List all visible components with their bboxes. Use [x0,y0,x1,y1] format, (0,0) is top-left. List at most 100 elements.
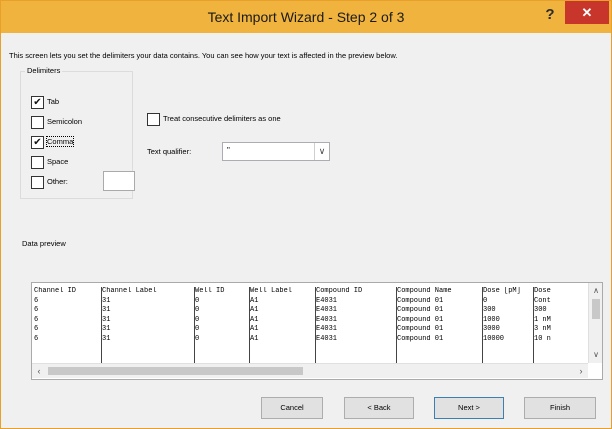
vertical-scroll-thumb[interactable] [592,299,600,319]
back-button[interactable]: < Back [344,397,414,419]
preview-cell: A1 [250,296,259,305]
other-label: Other: [47,177,68,186]
preview-cell: 0 [195,325,200,333]
dialog-title: Text Import Wizard - Step 2 of 3 [207,9,405,25]
preview-cell: 1000 [483,315,500,324]
column-separator[interactable] [249,287,250,363]
preview-cell: E4031 [316,296,338,305]
data-preview-box[interactable]: Channel ID Channel Label Well ID Well Label… [31,282,603,380]
preview-cell: E4031 [316,325,338,333]
space-checkbox[interactable] [31,156,44,169]
next-button[interactable]: Next > [434,397,504,419]
preview-cell: 6 [34,306,39,314]
column-separator[interactable] [482,287,483,363]
preview-cell: A1 [250,306,259,314]
preview-cell: E4031 [316,315,338,324]
column-separator[interactable] [315,287,316,363]
preview-header-row: Channel ID Channel Label Well ID Well Label… [34,287,586,297]
preview-cell: 6 [34,296,39,305]
preview-row: 6 31 0 A1 E4031 Compound 01 1000 1 nM [34,316,586,326]
preview-cell: 31 [102,325,111,333]
text-qualifier-label: Text qualifier: [147,147,192,156]
preview-cell: 6 [34,315,39,324]
preview-cell: 31 [102,296,111,305]
preview-cell: 31 [102,334,111,343]
preview-cell: 3 nM [534,325,551,333]
horizontal-scrollbar[interactable]: ‹ › [32,363,588,378]
chevron-down-icon[interactable]: ∨ [314,143,329,160]
preview-header-cell: Dose [pM] [483,287,521,295]
preview-cell: E4031 [316,334,338,343]
text-qualifier-dropdown[interactable]: " ∨ [222,142,330,161]
preview-cell: E4031 [316,306,338,314]
semicolon-checkbox[interactable] [31,116,44,129]
cancel-button[interactable]: Cancel [261,397,323,419]
preview-header-cell: Dose [534,287,551,295]
preview-cell: 0 [195,296,200,305]
comma-label: Comma [45,136,75,147]
preview-header-cell: Well Label [250,287,293,295]
preview-cell: Compound 01 [397,334,444,343]
preview-header-cell: Compound Name [397,287,452,295]
tab-label: Tab [47,97,60,106]
column-separator[interactable] [101,287,102,363]
preview-cell: 0 [195,334,200,343]
consecutive-delimiters-label: Treat consecutive delimiters as one [163,114,281,123]
data-preview-label: Data preview [20,239,68,248]
instructions-text: This screen lets you set the delimiters … [9,51,398,60]
preview-cell: 31 [102,306,111,314]
preview-cell: A1 [250,315,259,324]
preview-row: 6 31 0 A1 E4031 Compound 01 0 Cont [34,297,586,307]
consecutive-delimiters-checkbox[interactable] [147,113,160,126]
semicolon-label: Semicolon [47,117,83,126]
preview-cell: 6 [34,325,39,333]
preview-cell: 6 [34,334,39,343]
text-qualifier-value: " [227,146,230,155]
preview-cell: 10 n [534,334,551,343]
preview-header-cell: Compound ID [316,287,363,295]
preview-row: 6 31 0 A1 E4031 Compound 01 300 300 [34,306,586,316]
help-button[interactable]: ? [539,4,561,26]
scroll-down-icon[interactable]: ∨ [589,349,602,361]
preview-cell: 300 [534,306,547,314]
scroll-left-icon[interactable]: ‹ [32,364,46,378]
title-bar[interactable]: Text Import Wizard - Step 2 of 3 ? ✕ [1,1,611,33]
column-separator[interactable] [533,287,534,363]
preview-cell: A1 [250,325,259,333]
preview-header-cell: Channel ID [34,287,77,295]
preview-row: 6 31 0 A1 E4031 Compound 01 10000 10 n [34,335,586,345]
comma-checkbox[interactable]: ✔ [31,136,44,149]
scroll-right-icon[interactable]: › [574,364,588,378]
space-label: Space [47,157,69,166]
preview-cell: A1 [250,334,259,343]
preview-header-cell: Well ID [195,287,225,295]
delimiters-group-label: Delimiters [25,66,63,75]
preview-cell: 3000 [483,325,500,333]
column-separator[interactable] [396,287,397,363]
finish-button[interactable]: Finish [524,397,596,419]
close-button[interactable]: ✕ [565,1,609,24]
preview-cell: 300 [483,306,496,314]
other-checkbox[interactable] [31,176,44,189]
preview-header-cell: Channel Label [102,287,157,295]
preview-cell: 0 [483,296,488,305]
horizontal-scroll-thumb[interactable] [48,367,303,375]
scroll-up-icon[interactable]: ∧ [589,285,602,297]
tab-checkbox[interactable]: ✔ [31,96,44,109]
preview-cell: 31 [102,315,111,324]
preview-cell: 1 nM [534,315,551,324]
preview-cell: Compound 01 [397,296,444,305]
preview-row: 6 31 0 A1 E4031 Compound 01 3000 3 nM [34,325,586,335]
close-icon: ✕ [581,5,593,20]
preview-cell: 0 [195,306,200,314]
text-import-wizard-dialog: Text Import Wizard - Step 2 of 3 ? ✕ Thi… [0,0,612,429]
preview-cell: Compound 01 [397,306,444,314]
other-delimiter-input[interactable] [103,171,135,191]
preview-cell: Cont [534,296,551,305]
preview-cell: Compound 01 [397,315,444,324]
vertical-scrollbar[interactable]: ∧ ∨ [588,283,602,363]
preview-cell: 0 [195,315,200,324]
column-separator[interactable] [194,287,195,363]
preview-cell: 10000 [483,334,505,343]
data-preview-grid: Channel ID Channel Label Well ID Well Label… [34,287,586,363]
